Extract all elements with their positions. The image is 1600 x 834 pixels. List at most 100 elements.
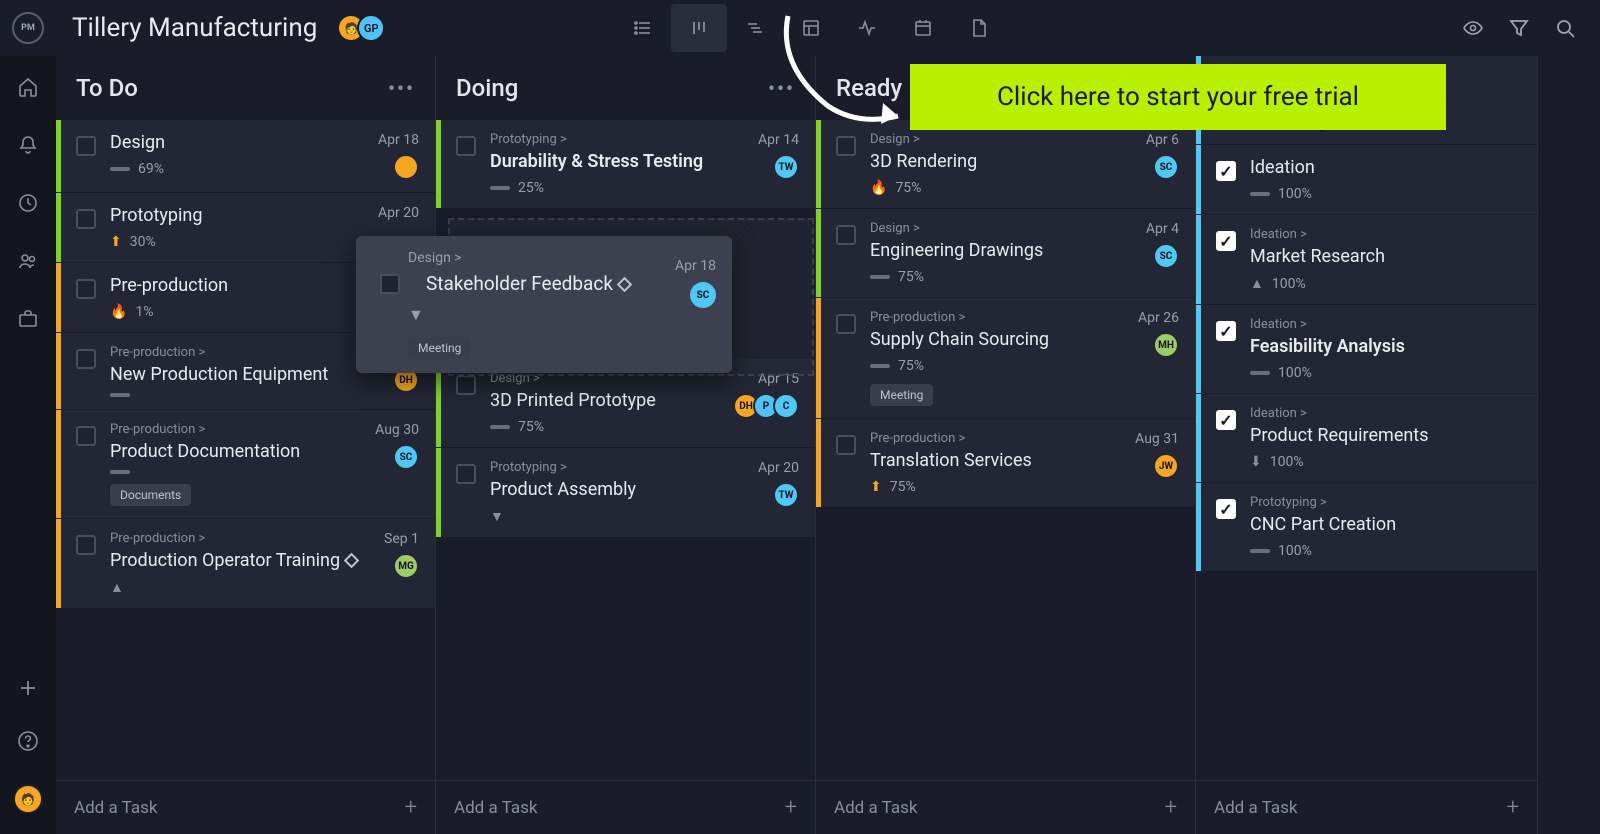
task-card[interactable]: Pre-production >Supply Chain Sourcing75%… [816, 298, 1195, 419]
priority-none-icon [1250, 549, 1270, 553]
priority-none-icon [1250, 192, 1270, 196]
task-card[interactable]: ✓Ideation >Product Requirements⬇100% [1196, 394, 1537, 483]
card-stripe [1196, 305, 1201, 393]
card-title: Engineering Drawings [870, 240, 1138, 261]
cta-banner[interactable]: Click here to start your free trial [910, 64, 1446, 130]
task-checkbox[interactable]: ✓ [1216, 499, 1236, 519]
board-column: ✓Ideation >Stakeholder Feedback⬇100% 💬 2… [1196, 56, 1538, 834]
card-title: Feasibility Analysis [1250, 336, 1521, 357]
home-icon[interactable] [17, 76, 39, 98]
card-breadcrumb: Pre-production > [110, 531, 376, 546]
priority-none-icon [1250, 371, 1270, 375]
column-title: Doing [456, 74, 518, 102]
add-task-button[interactable]: Add a Task + [56, 780, 435, 834]
view-board-icon[interactable] [671, 4, 727, 52]
card-right: Apr 18 [378, 132, 419, 180]
add-task-button[interactable]: Add a Task+ [1196, 780, 1537, 834]
card-title: 3D Rendering [870, 151, 1138, 172]
add-task-button[interactable]: Add a Task+ [436, 780, 815, 834]
card-title: Market Research [1250, 246, 1521, 267]
task-checkbox[interactable]: ✓ [1216, 410, 1236, 430]
card-progress: 100% [1278, 186, 1312, 202]
task-card[interactable]: Design >Engineering Drawings75%Apr 4SC [816, 209, 1195, 298]
column-menu-icon[interactable]: ••• [388, 76, 415, 100]
task-checkbox[interactable] [836, 314, 856, 334]
visibility-icon[interactable] [1462, 17, 1484, 39]
task-card[interactable]: ✓Prototyping >CNC Part Creation100% [1196, 483, 1537, 572]
card-stripe [56, 120, 61, 192]
card-meta: 75% [490, 419, 725, 435]
task-card[interactable]: ✓ Ideation 100% [1196, 145, 1537, 215]
task-card[interactable]: Design69%Apr 18 [56, 120, 435, 193]
task-checkbox[interactable] [76, 426, 96, 446]
view-list-icon[interactable] [615, 4, 671, 52]
task-checkbox[interactable] [456, 464, 476, 484]
card-right: Aug 30SC [375, 422, 419, 506]
help-icon[interactable] [17, 730, 39, 752]
card-content: Ideation > Feasibility Analysis 100% [1250, 317, 1521, 381]
task-checkbox[interactable] [380, 274, 400, 294]
assignee-avatar: SC [1153, 243, 1179, 269]
card-meta: ⬆75% [870, 479, 1127, 495]
card-meta: 100% [1250, 365, 1521, 381]
assignee-avatars: SC [1153, 243, 1179, 269]
project-members[interactable]: 🧑 GP [337, 14, 385, 42]
task-card[interactable]: ✓Ideation >Market Research▲100% [1196, 215, 1537, 305]
card-title: Ideation [1250, 157, 1521, 178]
assignee-avatar: MH [1153, 332, 1179, 358]
task-checkbox[interactable] [76, 279, 96, 299]
task-checkbox[interactable]: ✓ [1216, 161, 1236, 181]
task-checkbox[interactable] [76, 535, 96, 555]
search-icon[interactable] [1554, 17, 1576, 39]
card-breadcrumb: Ideation > [1250, 317, 1521, 332]
task-checkbox[interactable] [456, 136, 476, 156]
task-checkbox[interactable] [76, 136, 96, 156]
plus-icon: + [1165, 795, 1177, 820]
task-checkbox[interactable] [76, 209, 96, 229]
card-title: Design [110, 132, 370, 153]
portfolio-icon[interactable] [17, 308, 39, 330]
card-progress: 30% [130, 234, 156, 250]
task-card[interactable]: Pre-production >Translation Services⬆75%… [816, 419, 1195, 508]
add-icon[interactable] [18, 678, 38, 698]
task-card[interactable]: Prototyping >Product Assembly▼Apr 20TW [436, 448, 815, 538]
add-task-button[interactable]: Add a Task+ [816, 780, 1195, 834]
avatar: GP [357, 14, 385, 42]
filter-icon[interactable] [1508, 17, 1530, 39]
board-column: Doing•••Prototyping >Durability & Stress… [436, 56, 816, 834]
task-checkbox[interactable]: ✓ [1216, 231, 1236, 251]
card-breadcrumb: Prototyping > [1250, 495, 1521, 510]
assignee-avatars: SC [1153, 154, 1179, 180]
card-stripe [1196, 394, 1201, 482]
task-checkbox[interactable] [836, 225, 856, 245]
add-task-label: Add a Task [74, 798, 157, 818]
assignee-avatar: SC [393, 444, 419, 470]
task-checkbox[interactable] [456, 375, 476, 395]
user-avatar[interactable]: 🧑 [13, 784, 43, 814]
dragging-card[interactable]: Design > Stakeholder Feedback ▼ Meeting … [356, 236, 732, 373]
task-card[interactable]: Pre-production >Product DocumentationDoc… [56, 410, 435, 519]
card-right: Apr 6SC [1146, 132, 1179, 196]
task-card[interactable]: Prototyping >Durability & Stress Testing… [436, 120, 815, 209]
card-stripe [56, 410, 61, 518]
card-right: Aug 31JW [1135, 431, 1179, 495]
task-card[interactable]: Pre-production >Production Operator Trai… [56, 519, 435, 609]
people-icon[interactable] [17, 250, 39, 272]
app-logo[interactable]: PM [12, 12, 44, 44]
notifications-icon[interactable] [17, 134, 39, 156]
board-column: To Do•••Design69%Apr 18Prototyping⬆30%Ap… [56, 56, 436, 834]
task-checkbox[interactable] [836, 435, 856, 455]
task-checkbox[interactable] [76, 349, 96, 369]
plus-icon: + [405, 795, 417, 820]
recent-icon[interactable] [17, 192, 39, 214]
assignee-avatar: TW [773, 482, 799, 508]
assignee-avatars: JW [1153, 453, 1179, 479]
task-checkbox[interactable]: ✓ [1216, 321, 1236, 341]
card-breadcrumb: Ideation > [1250, 227, 1521, 242]
view-files-icon[interactable] [951, 4, 1007, 52]
card-breadcrumb: Ideation > [1250, 406, 1521, 421]
task-checkbox[interactable] [836, 136, 856, 156]
card-stripe [56, 263, 61, 332]
card-content: Prototyping >Product Assembly▼ [490, 460, 750, 525]
task-card[interactable]: ✓ Ideation > Feasibility Analysis 100% [1196, 305, 1537, 394]
